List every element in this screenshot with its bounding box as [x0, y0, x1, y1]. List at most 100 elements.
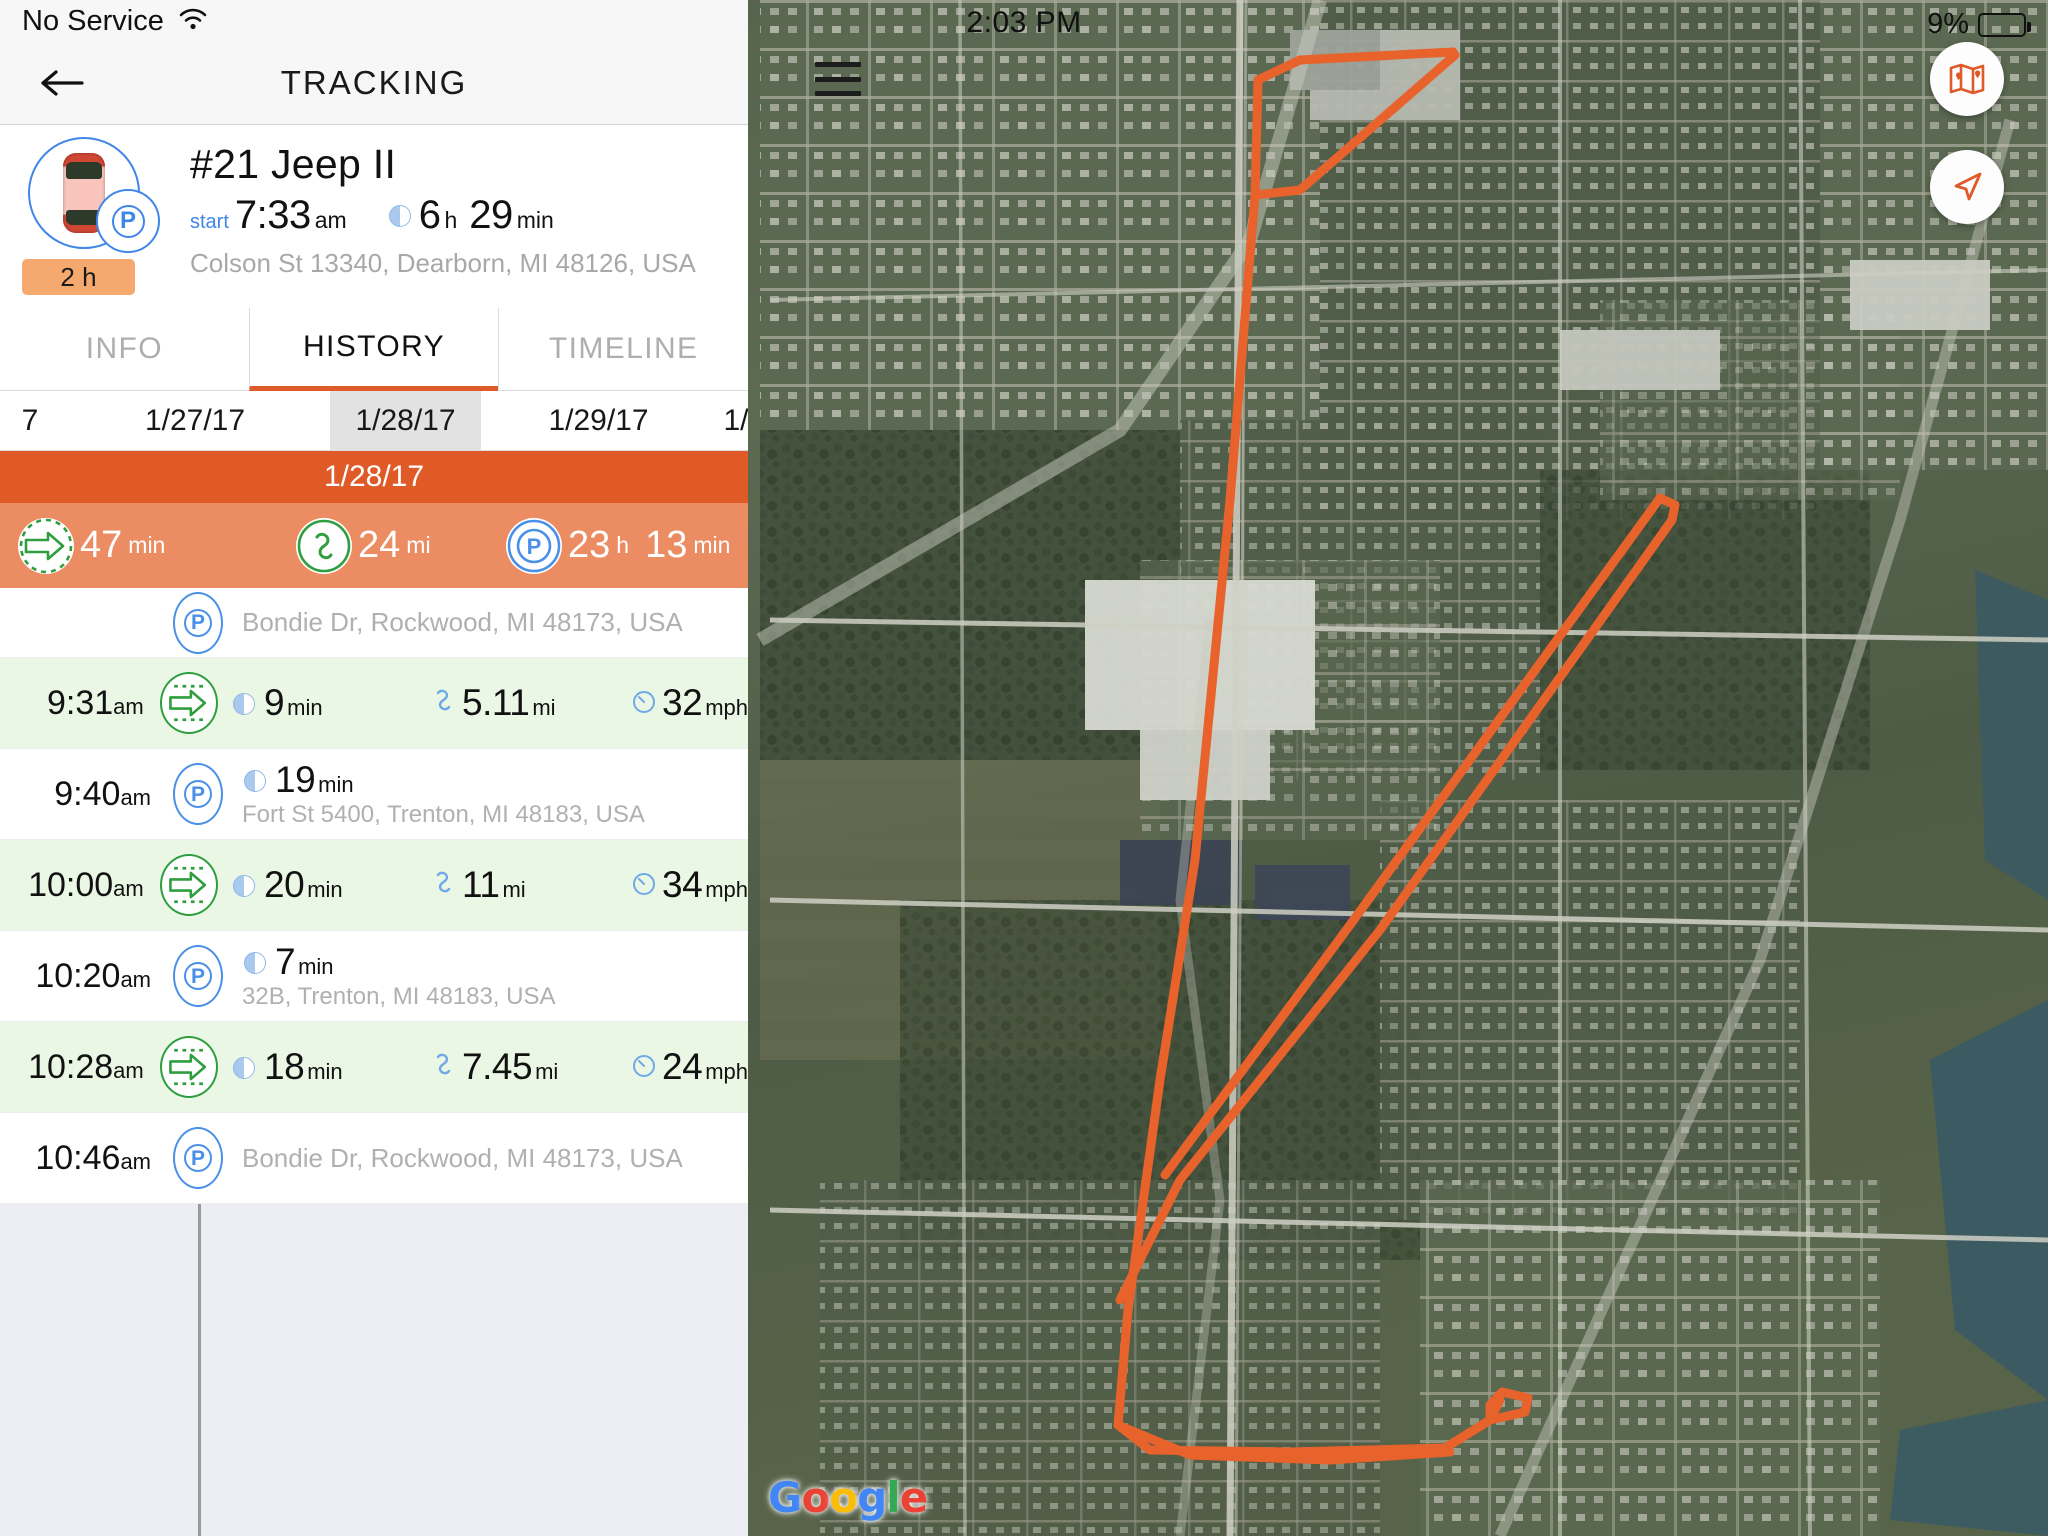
row-address: Fort St 5400, Trenton, MI 48183, USA	[242, 801, 645, 828]
row-body: Bondie Dr, Rockwood, MI 48173, USA	[236, 1143, 748, 1174]
table-row[interactable]: 10:00am 20 min 11 mi 34 mph	[0, 840, 748, 931]
vehicle-name: #21 Jeep II	[190, 141, 397, 187]
row-time: 10:20am	[35, 956, 151, 995]
row-body: 19 min Fort St 5400, Trenton, MI 48183, …	[236, 759, 748, 829]
date-selector-strip[interactable]: 7 1/27/17 1/28/17 1/29/17 1/	[0, 391, 748, 451]
drive-arrow-icon	[159, 854, 218, 916]
metric-speed: 32 mph	[629, 682, 748, 724]
row-node	[153, 854, 225, 916]
metric-speed: 34 mph	[629, 864, 748, 906]
row-body: 9 min 5.11 mi 32 mph	[225, 682, 748, 724]
google-attribution: Google	[768, 1473, 928, 1522]
row-time: 10:28am	[28, 1047, 144, 1086]
row-address: Bondie Dr, Rockwood, MI 48173, USA	[242, 1142, 683, 1173]
row-metrics: 19 min	[242, 759, 748, 801]
map-layers-button[interactable]	[1930, 42, 2004, 116]
elapsed-hours-value: 6	[418, 193, 441, 237]
metric-duration: 7 min	[242, 941, 440, 983]
tab-timeline[interactable]: TIMELINE	[498, 308, 748, 391]
metric-speed: 24 mph	[629, 1046, 748, 1088]
metric-duration: 19 min	[242, 759, 440, 801]
history-timeline-list: P Bondie Dr, Rockwood, MI 48173, USA 9:3…	[0, 588, 748, 1536]
table-row[interactable]: 10:20am P 7 min 32B, Trenton, MI 48183, …	[0, 931, 748, 1022]
parking-icon: P	[506, 517, 562, 574]
row-node: P	[160, 763, 236, 825]
clock-icon	[388, 204, 411, 227]
vehicle-meta-row: start 7:33 am 6 h 29 min	[190, 193, 748, 238]
battery-percent-label: 9%	[1927, 8, 1969, 40]
locate-me-button[interactable]	[1930, 150, 2004, 224]
map-layers-icon	[1949, 63, 1985, 95]
row-address: Bondie Dr, Rockwood, MI 48173, USA	[242, 607, 683, 637]
date-item-0[interactable]: 7	[0, 391, 60, 450]
battery-icon	[1978, 12, 2031, 37]
tab-history[interactable]: HISTORY	[248, 308, 499, 391]
tab-info[interactable]: INFO	[0, 308, 249, 391]
metric-duration: 9 min	[231, 682, 429, 724]
stat-parking-minutes-value: 13	[645, 524, 688, 566]
stat-distance-value: 24	[358, 524, 401, 566]
row-metrics: 18 min 7.45 mi 24 mph	[231, 1046, 748, 1088]
vehicle-info: #21 Jeep II start 7:33 am 6 h 29 min Col…	[190, 125, 748, 279]
start-time-value: 7:33	[234, 193, 311, 237]
elapsed-minutes-unit: min	[516, 207, 554, 233]
row-time: 9:31am	[46, 683, 144, 722]
drive-arrow-icon	[18, 517, 74, 574]
speedometer-icon	[629, 871, 659, 897]
tracking-app-screen: 2:03 PM 9% Google No Service TRACKING P …	[0, 0, 2048, 1536]
stat-distance-unit: mi	[406, 532, 431, 558]
row-body: 7 min 32B, Trenton, MI 48183, USA	[236, 941, 748, 1011]
date-item-3[interactable]: 1/29/17	[481, 391, 716, 450]
stat-parking-hours-unit: h	[616, 532, 630, 558]
svg-text:P: P	[527, 534, 542, 559]
row-metrics: 9 min 5.11 mi 32 mph	[231, 682, 748, 724]
vehicle-summary-card[interactable]: P 2 h #21 Jeep II start 7:33 am 6 h 29 m…	[0, 125, 748, 308]
vehicle-avatar: P	[28, 137, 160, 253]
summary-date-header: 1/28/17	[0, 451, 748, 503]
row-address: 32B, Trenton, MI 48183, USA	[242, 983, 556, 1010]
table-row[interactable]: 9:40am P 19 min Fort St 5400, Trenton, M…	[0, 749, 748, 840]
route-icon	[429, 1049, 459, 1079]
stat-distance: 24 mi	[296, 517, 506, 574]
stat-drive-time-unit: min	[128, 532, 166, 558]
parking-icon: P	[173, 763, 223, 825]
row-metrics: 20 min 11 mi 34 mph	[231, 864, 748, 906]
metric-distance: 11 mi	[429, 864, 629, 906]
table-row[interactable]: 10:28am 18 min 7.45 mi 24 mph	[0, 1022, 748, 1113]
map-clock: 2:03 PM	[966, 6, 1082, 39]
row-node: P	[160, 1127, 236, 1189]
elapsed-minutes-value: 29	[469, 193, 513, 237]
stat-drive-time: 47 min	[18, 517, 296, 574]
hamburger-menu-icon[interactable]	[815, 62, 861, 96]
carrier-label: No Service	[22, 4, 164, 37]
status-duration-badge: 2 h	[22, 259, 135, 295]
start-label: start	[190, 211, 229, 233]
navigate-arrow-icon	[1954, 172, 1982, 201]
ios-status-bar: No Service	[0, 0, 748, 42]
table-row[interactable]: P Bondie Dr, Rockwood, MI 48173, USA	[0, 588, 748, 658]
row-node	[153, 672, 225, 734]
back-button[interactable]	[36, 63, 88, 103]
row-body: 18 min 7.45 mi 24 mph	[225, 1046, 748, 1088]
route-icon	[429, 867, 459, 897]
row-time: 9:40am	[54, 774, 151, 813]
date-item-1[interactable]: 1/27/17	[60, 391, 330, 450]
stat-parking-time: P 23 h 13 min	[506, 517, 730, 574]
metric-distance: 7.45 mi	[429, 1046, 629, 1088]
row-time: 10:46am	[35, 1138, 151, 1177]
start-time-group: start 7:33 am	[190, 193, 347, 238]
date-item-4[interactable]: 1/	[716, 391, 748, 450]
row-metrics: 7 min	[242, 941, 748, 983]
metric-duration: 18 min	[231, 1046, 429, 1088]
table-row[interactable]: 10:46am P Bondie Dr, Rockwood, MI 48173,…	[0, 1113, 748, 1204]
speedometer-icon	[629, 1053, 659, 1079]
route-icon	[429, 685, 459, 715]
table-row[interactable]: 9:31am 9 min 5.11 mi 32 mph	[0, 658, 748, 749]
parking-status-icon: P	[96, 189, 160, 253]
date-item-2-selected[interactable]: 1/28/17	[330, 391, 481, 450]
speedometer-icon	[629, 689, 659, 715]
clock-icon	[242, 952, 272, 974]
row-body: Bondie Dr, Rockwood, MI 48173, USA	[236, 607, 748, 638]
clock-icon	[231, 693, 261, 715]
route-icon	[296, 517, 352, 574]
